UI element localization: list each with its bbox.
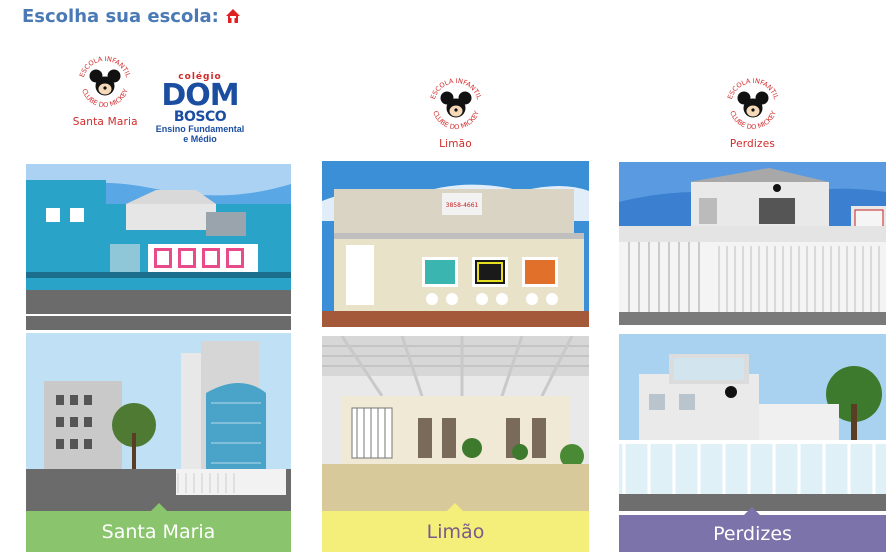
mickey-seal-icon: ESCOLA INFANTIL CLUBE DO MICKEY [725, 77, 779, 131]
seal-top-text: ESCOLA INFANTIL [78, 55, 132, 79]
svg-text:ESCOLA INFANTIL: ESCOLA INFANTIL [725, 77, 779, 101]
clube-do-mickey-seal: ESCOLA INFANTIL CLUBE DO MICKEY Perdizes [722, 74, 784, 150]
school-label: Limão [426, 520, 485, 543]
sign-phone: 3858-4661 [446, 202, 479, 209]
dom-bosco-big2: BOSCO [173, 109, 227, 125]
svg-text:ESCOLA INFANTIL: ESCOLA INFANTIL [78, 55, 132, 79]
perdizes-photo-building[interactable] [619, 334, 886, 511]
school-label: Santa Maria [101, 520, 216, 543]
seal-top-text: ESCOLA INFANTIL [428, 77, 482, 101]
school-label: Perdizes [713, 522, 792, 545]
perdizes-logos: ESCOLA INFANTIL CLUBE DO MICKEY Perdizes [619, 74, 886, 150]
svg-text:ESCOLA INFANTIL: ESCOLA INFANTIL [428, 77, 482, 101]
school-button-limao[interactable]: Limão [322, 511, 589, 552]
perdizes-photo-facade[interactable] [619, 162, 886, 325]
clube-do-mickey-seal: ESCOLA INFANTIL CLUBE DO MICKEY Limão [425, 74, 487, 150]
home-icon[interactable] [225, 8, 241, 24]
page-header: Escolha sua escola: [22, 4, 241, 28]
seal-caption: Perdizes [729, 138, 776, 150]
seal-caption: Santa Maria [72, 116, 138, 128]
dom-bosco-line1: Ensino Fundamental [155, 124, 245, 134]
limao-pointer [447, 503, 463, 511]
santa-maria-logos: ESCOLA INFANTIL CLUBE DO MICKEY Santa Ma… [26, 52, 291, 144]
school-button-santa-maria[interactable]: Santa Maria [26, 511, 291, 552]
dom-bosco-logo: colégio DOM BOSCO Ensino Fundamental e M… [156, 72, 245, 144]
dom-bosco-big: DOM [161, 78, 239, 113]
clube-do-mickey-seal: ESCOLA INFANTIL CLUBE DO MICKEY Santa Ma… [73, 52, 138, 128]
santa-maria-photo-building[interactable] [26, 333, 291, 511]
page-title: Escolha sua escola: [22, 5, 219, 27]
limao-logos: ESCOLA INFANTIL CLUBE DO MICKEY Limão [322, 74, 589, 150]
santa-maria-pointer [151, 503, 167, 511]
santa-maria-photo-facade[interactable] [26, 164, 291, 330]
mickey-seal-icon: ESCOLA INFANTIL CLUBE DO MICKEY [78, 55, 132, 109]
limao-photo-courtyard[interactable] [322, 336, 589, 511]
perdizes-pointer [744, 507, 760, 515]
mickey-seal-icon: ESCOLA INFANTIL CLUBE DO MICKEY [428, 77, 482, 131]
dom-bosco-line2: e Médio [183, 134, 217, 144]
seal-caption: Limão [439, 138, 472, 150]
limao-photo-facade[interactable]: 3858-4661 [322, 161, 589, 327]
school-button-perdizes[interactable]: Perdizes [619, 515, 886, 552]
seal-top-text: ESCOLA INFANTIL [725, 77, 779, 101]
